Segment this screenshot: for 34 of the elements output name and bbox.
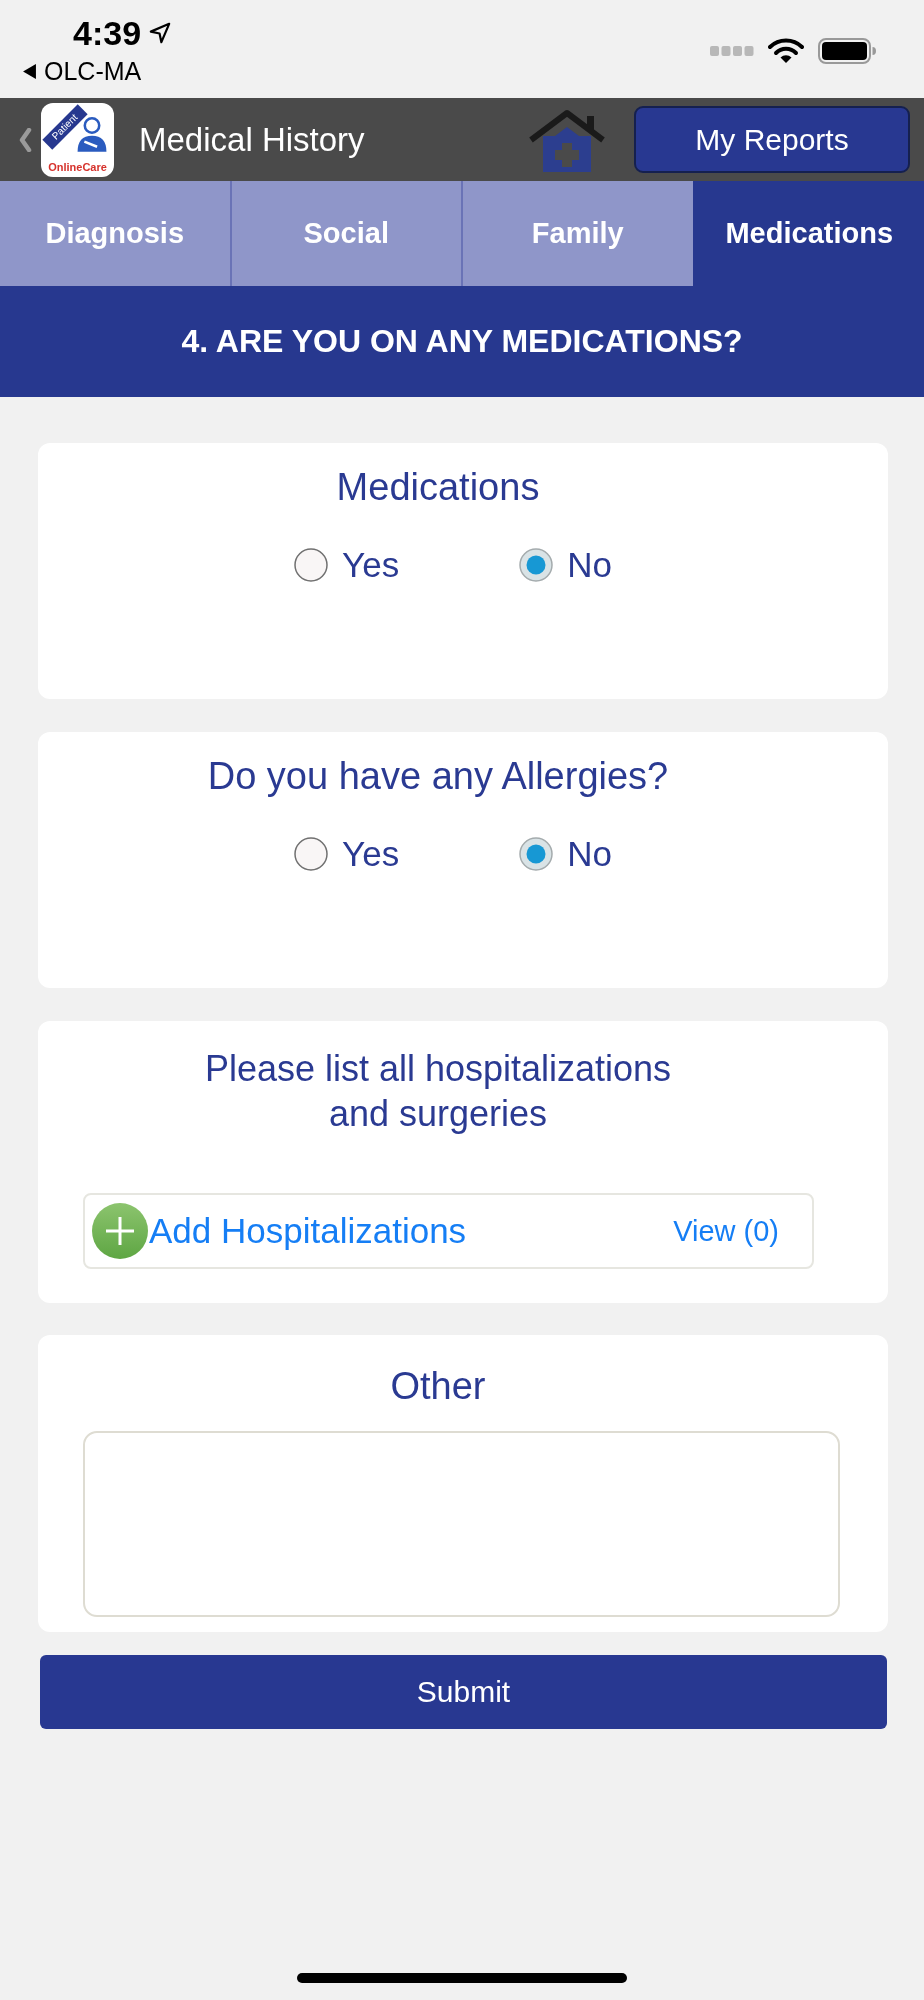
option-label: No: [567, 834, 612, 874]
question-label: Other: [390, 1364, 486, 1409]
wifi-icon: [768, 38, 804, 64]
view-link[interactable]: View (0): [673, 1214, 779, 1248]
home-icon[interactable]: [527, 107, 607, 172]
screen-title: Medical History: [139, 120, 365, 159]
option-label: Yes: [342, 545, 400, 585]
option-label: Yes: [342, 834, 400, 874]
battery-icon: [818, 38, 876, 64]
tab[interactable]: Medications: [692, 181, 924, 286]
back-triangle-icon[interactable]: [23, 63, 36, 79]
tab[interactable]: Family: [461, 181, 693, 286]
option-label: No: [567, 545, 612, 585]
clock-time: 4:39: [73, 13, 142, 54]
radio-button[interactable]: [294, 548, 329, 582]
question-label: Do you have any Allergies?: [207, 754, 669, 799]
add-button[interactable]: Add Hospitalizations: [92, 1203, 467, 1259]
radio-button[interactable]: [519, 837, 554, 871]
submit-button[interactable]: Submit: [40, 1655, 887, 1729]
radio-button[interactable]: [294, 837, 329, 871]
plus-icon: [92, 1203, 148, 1259]
radio-button[interactable]: [519, 548, 554, 582]
my-reports-button[interactable]: My Reports: [634, 106, 910, 173]
back-app-link[interactable]: OLC-MA: [44, 56, 142, 86]
location-arrow-icon: [149, 22, 172, 44]
section-heading: 4. ARE YOU ON ANY MEDICATIONS?: [0, 286, 924, 397]
cellular-signal-icon: [710, 46, 754, 56]
text-field[interactable]: [83, 1431, 840, 1617]
question-label: Please list all hospitalizations and surgeries: [204, 1047, 672, 1136]
logo-brand-text: OnlineCare: [48, 160, 107, 174]
tab[interactable]: Social: [229, 181, 461, 286]
tab[interactable]: Diagnosis: [0, 181, 230, 286]
back-chevron-icon[interactable]: [18, 127, 32, 152]
question-label: Medications: [336, 465, 540, 510]
